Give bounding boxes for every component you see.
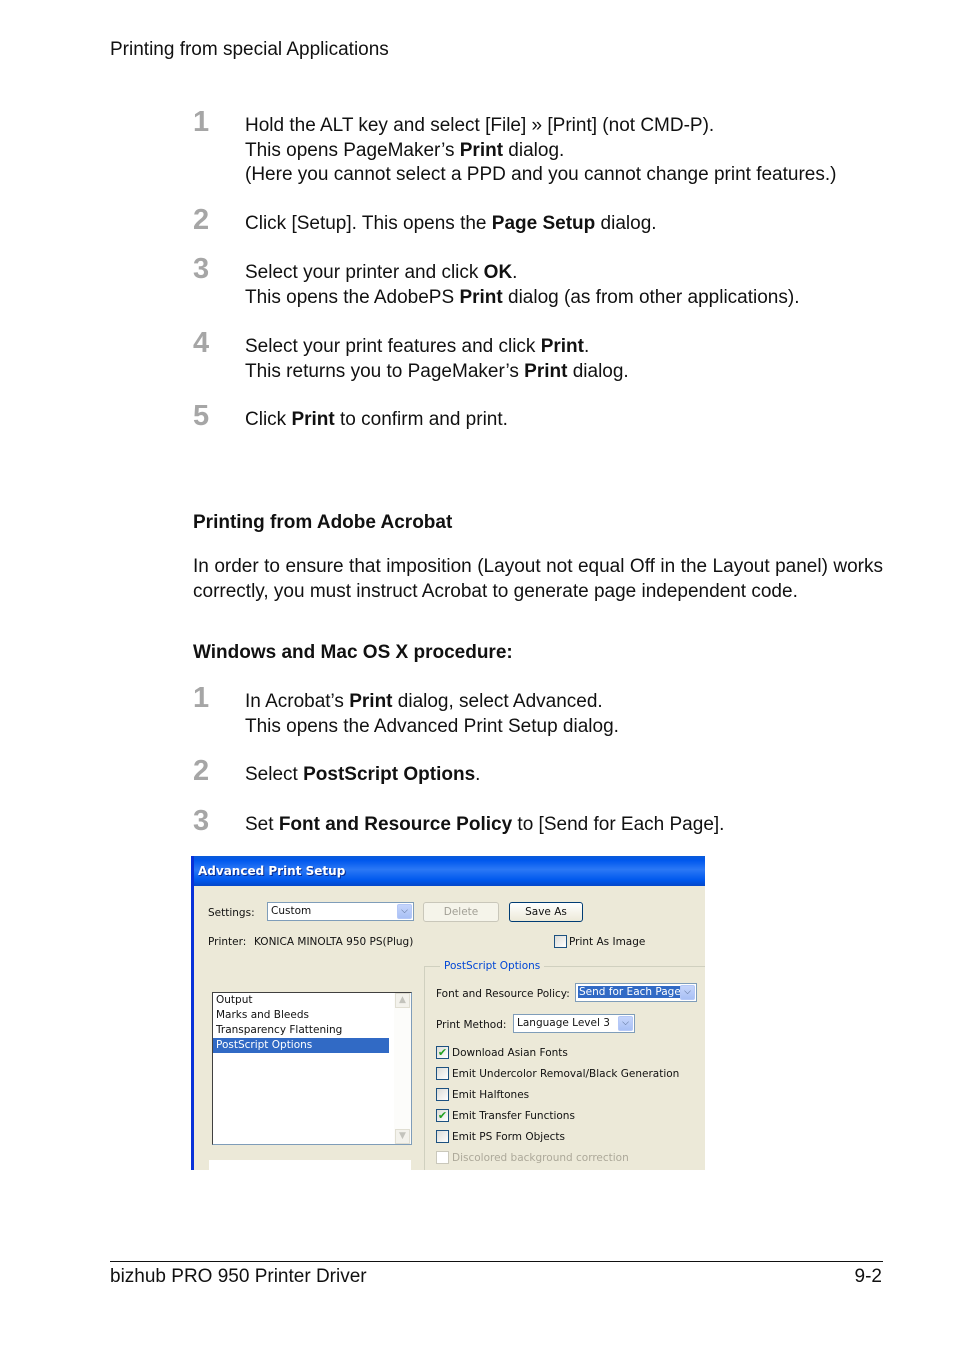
step-text: Hold the ALT key and select [File] » [Pr… bbox=[245, 115, 837, 185]
print-as-image-checkbox[interactable] bbox=[554, 935, 567, 948]
font-policy-value: Send for Each Page bbox=[578, 986, 682, 998]
intro-paragraph: In order to ensure that imposition (Layo… bbox=[193, 556, 883, 602]
category-list-item[interactable]: Output bbox=[213, 993, 389, 1008]
category-list[interactable]: Output Marks and Bleeds Transparency Flatt… bbox=[212, 992, 412, 1145]
save-as-button[interactable]: Save As bbox=[509, 902, 583, 922]
footer-title: bizhub PRO 950 Printer Driver bbox=[110, 1266, 367, 1287]
option-checkbox[interactable] bbox=[436, 1088, 449, 1101]
running-head: Printing from special Applications bbox=[110, 39, 389, 60]
list-scrollbar[interactable]: ▲ ▼ bbox=[394, 993, 411, 1144]
preview-area bbox=[209, 1160, 411, 1170]
advanced-print-setup-dialog: Advanced Print Setup Settings: Custom ⌵ … bbox=[191, 856, 705, 1170]
step-text: Click [Setup]. This opens the Page Setup… bbox=[245, 213, 657, 234]
scroll-down-icon[interactable]: ▼ bbox=[395, 1129, 410, 1144]
print-method-value: Language Level 3 bbox=[517, 1017, 610, 1029]
step-number: 1 bbox=[193, 106, 210, 138]
step-number: 3 bbox=[193, 805, 210, 837]
category-list-item[interactable]: PostScript Options bbox=[213, 1038, 389, 1053]
step-number: 4 bbox=[193, 327, 210, 359]
chevron-down-icon: ⌵ bbox=[680, 985, 695, 1000]
category-list-item[interactable]: Marks and Bleeds bbox=[213, 1008, 389, 1023]
option-label: Emit Halftones bbox=[452, 1089, 530, 1101]
option-label: Emit Transfer Functions bbox=[452, 1110, 575, 1122]
step-text: Select PostScript Options. bbox=[245, 764, 481, 785]
step-text: Select your print features and click Pri… bbox=[245, 336, 629, 382]
checkmark-icon: ✔ bbox=[437, 1046, 448, 1059]
settings-label: Settings: bbox=[208, 907, 255, 919]
step-number: 1 bbox=[193, 682, 210, 714]
footer-rule bbox=[110, 1261, 883, 1262]
step-text: Select your printer and click OK. This op… bbox=[245, 262, 800, 308]
printer-value: KONICA MINOLTA 950 PS(Plug) bbox=[254, 936, 414, 948]
font-policy-label: Font and Resource Policy: bbox=[436, 988, 570, 1000]
chevron-down-icon: ⌵ bbox=[618, 1016, 633, 1031]
option-label: Emit Undercolor Removal/Black Generation bbox=[452, 1068, 680, 1080]
option-checkbox[interactable] bbox=[436, 1067, 449, 1080]
step-text: In Acrobat’s Print dialog, select Advanc… bbox=[245, 691, 619, 737]
settings-value: Custom bbox=[271, 905, 312, 917]
step-number: 5 bbox=[193, 400, 210, 432]
step-number: 2 bbox=[193, 755, 210, 787]
page-number: 9-2 bbox=[854, 1266, 882, 1287]
option-label: Emit PS Form Objects bbox=[452, 1131, 566, 1143]
delete-button[interactable]: Delete bbox=[423, 902, 499, 922]
option-checkbox[interactable]: ✔ bbox=[436, 1109, 449, 1122]
option-checkbox bbox=[436, 1151, 449, 1164]
print-as-image-label: Print As Image bbox=[569, 936, 646, 948]
print-method-label: Print Method: bbox=[436, 1019, 507, 1031]
procedure-heading: Windows and Mac OS X procedure: bbox=[193, 642, 513, 663]
option-checkbox[interactable]: ✔ bbox=[436, 1046, 449, 1059]
print-method-dropdown[interactable]: Language Level 3 ⌵ bbox=[513, 1014, 635, 1033]
printer-label: Printer: bbox=[208, 936, 247, 948]
font-policy-dropdown[interactable]: Send for Each Page ⌵ bbox=[575, 983, 697, 1002]
chevron-down-icon: ⌵ bbox=[397, 904, 412, 919]
option-checkbox[interactable] bbox=[436, 1130, 449, 1143]
checkmark-icon: ✔ bbox=[437, 1109, 448, 1122]
settings-dropdown[interactable]: Custom ⌵ bbox=[267, 902, 414, 921]
group-label: PostScript Options bbox=[440, 960, 545, 972]
section-heading: Printing from Adobe Acrobat bbox=[193, 512, 453, 533]
step-text: Click Print to confirm and print. bbox=[245, 409, 508, 430]
dialog-titlebar: Advanced Print Setup bbox=[194, 856, 705, 886]
option-label: Discolored background correction bbox=[452, 1152, 629, 1164]
option-label: Download Asian Fonts bbox=[452, 1047, 568, 1059]
category-list-item[interactable]: Transparency Flattening bbox=[213, 1023, 389, 1038]
step-number: 2 bbox=[193, 204, 210, 236]
step-text: Set Font and Resource Policy to [Send fo… bbox=[245, 814, 725, 835]
step-number: 3 bbox=[193, 253, 210, 285]
scroll-up-icon[interactable]: ▲ bbox=[395, 993, 410, 1008]
